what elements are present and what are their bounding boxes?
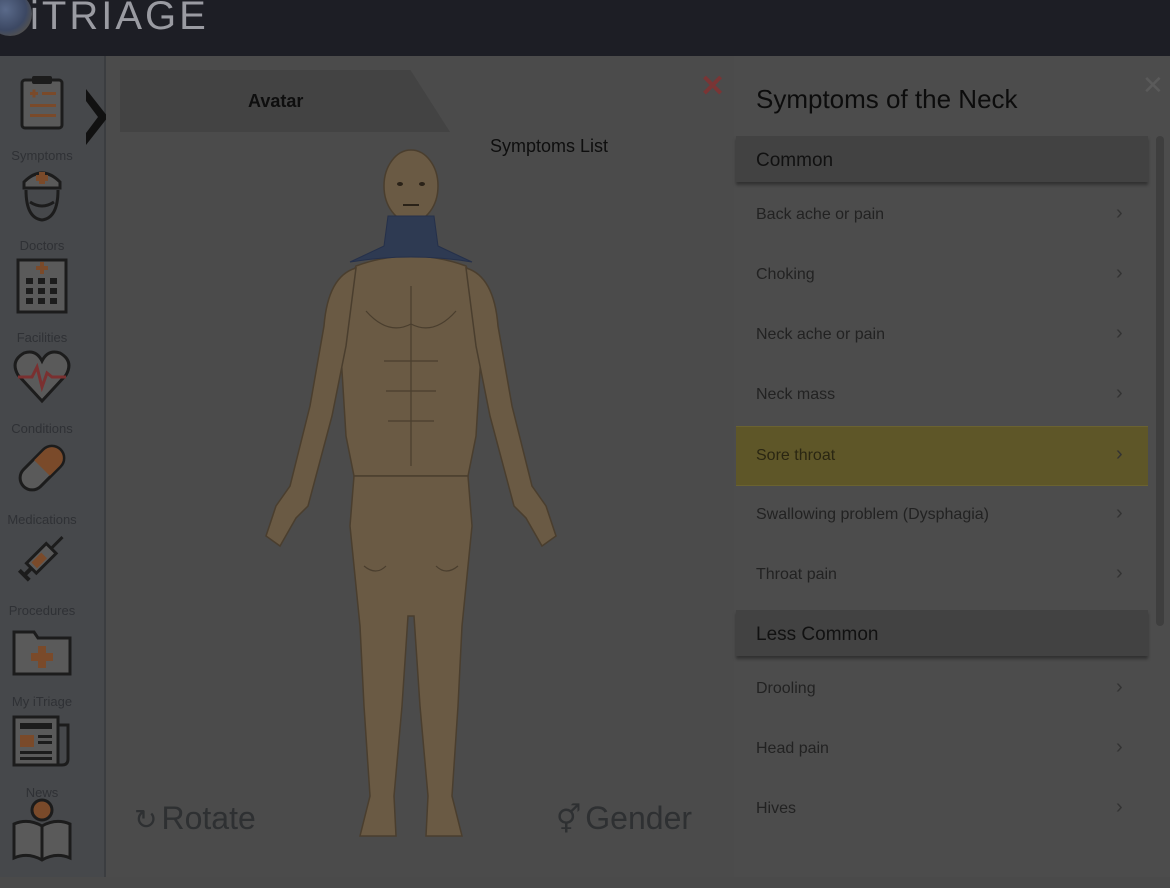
chevron-right-icon: › bbox=[1116, 562, 1123, 584]
list-item[interactable]: Drooling › bbox=[736, 660, 1148, 718]
chevron-right-icon: › bbox=[1116, 676, 1123, 698]
panel-close-icon[interactable]: ✕ bbox=[1142, 70, 1164, 101]
sidebar-item-education[interactable] bbox=[0, 798, 84, 888]
list-item[interactable]: Hives › bbox=[736, 780, 1148, 838]
list-item[interactable]: Throat pain › bbox=[736, 546, 1148, 604]
pill-icon bbox=[18, 444, 66, 492]
doctor-icon bbox=[22, 171, 62, 222]
symptoms-list: Common Back ache or pain › Choking › Nec… bbox=[736, 136, 1148, 861]
sidebar-item-label: Conditions bbox=[11, 421, 73, 436]
top-bar: iTRIAGE bbox=[0, 0, 1170, 56]
symptoms-panel: Symptoms of the Neck ✕ Common Back ache … bbox=[734, 56, 1170, 877]
active-chevron-icon bbox=[86, 89, 108, 145]
rotate-button[interactable]: ↻ Rotate bbox=[134, 800, 256, 837]
list-item-selected[interactable]: Sore throat › bbox=[736, 426, 1148, 486]
syringe-icon bbox=[17, 536, 64, 582]
app-logo-text: iTRIAGE bbox=[30, 0, 209, 38]
avatar-right-arm bbox=[465, 266, 557, 548]
chevron-right-icon: › bbox=[1116, 502, 1123, 524]
book-reader-icon bbox=[12, 798, 72, 862]
rotate-icon: ↻ bbox=[134, 804, 158, 835]
list-item[interactable]: Neck mass › bbox=[736, 366, 1148, 424]
chevron-right-icon: › bbox=[1116, 796, 1123, 818]
list-item[interactable]: Swallowing problem (Dysphagia) › bbox=[736, 486, 1148, 544]
close-icon[interactable]: ✕ bbox=[700, 72, 725, 102]
tab-avatar[interactable]: Avatar bbox=[248, 91, 303, 112]
panel-title: Symptoms of the Neck bbox=[756, 84, 1018, 114]
section-header-less-common: Less Common bbox=[736, 610, 1148, 656]
body-avatar[interactable] bbox=[236, 146, 606, 846]
sidebar-item-label: Doctors bbox=[19, 238, 65, 253]
gender-button[interactable]: ⚥ Gender bbox=[556, 800, 692, 837]
globe-logo-icon bbox=[0, 0, 32, 36]
chevron-right-icon: › bbox=[1116, 262, 1123, 284]
section-header-common: Common bbox=[736, 136, 1148, 182]
sidebar-item-label: My iTriage bbox=[11, 694, 73, 709]
sidebar-item-label: Facilities bbox=[16, 330, 68, 345]
tab-bar: Avatar Symptoms List ✕ bbox=[106, 56, 734, 156]
avatar-neck-highlight bbox=[349, 215, 473, 263]
clipboard-icon bbox=[20, 76, 64, 130]
sidebar-item-news[interactable]: News bbox=[0, 709, 84, 800]
avatar-left-arm bbox=[265, 266, 357, 548]
avatar-legs bbox=[349, 475, 473, 837]
list-item[interactable]: Neck ache or pain › bbox=[736, 306, 1148, 364]
hospital-building-icon bbox=[16, 258, 68, 314]
gender-icon: ⚥ bbox=[556, 804, 582, 835]
list-item[interactable]: Head pain › bbox=[736, 720, 1148, 778]
chevron-right-icon: › bbox=[1116, 322, 1123, 344]
list-item[interactable]: Choking › bbox=[736, 246, 1148, 304]
sidebar-item-facilities[interactable]: Facilities bbox=[0, 254, 84, 345]
sidebar: Symptoms Doctors Facilities Conditions M… bbox=[0, 56, 108, 877]
chevron-right-icon: › bbox=[1116, 443, 1123, 465]
folder-plus-icon bbox=[12, 630, 72, 676]
avatar-panel: Avatar Symptoms List ✕ ↻ Rotate ⚥ Gender bbox=[106, 56, 734, 877]
sidebar-item-label: Symptoms bbox=[11, 148, 73, 163]
list-item[interactable]: Back ache or pain › bbox=[736, 186, 1148, 244]
sidebar-item-medications[interactable]: Medications bbox=[0, 436, 84, 527]
sidebar-item-procedures[interactable]: Procedures bbox=[0, 527, 84, 618]
sidebar-item-label: Procedures bbox=[8, 603, 76, 618]
newspaper-icon bbox=[12, 715, 70, 767]
chevron-right-icon: › bbox=[1116, 736, 1123, 758]
chevron-right-icon: › bbox=[1116, 202, 1123, 224]
avatar-head bbox=[383, 149, 439, 223]
chevron-right-icon: › bbox=[1116, 382, 1123, 404]
sidebar-item-symptoms[interactable]: Symptoms bbox=[0, 72, 84, 163]
sidebar-item-doctors[interactable]: Doctors bbox=[0, 162, 84, 253]
sidebar-item-label: Medications bbox=[7, 512, 77, 527]
sidebar-item-my-itriage[interactable]: My iTriage bbox=[0, 618, 84, 709]
heart-pulse-icon bbox=[13, 350, 71, 404]
list-scrollbar[interactable] bbox=[1156, 136, 1164, 626]
sidebar-item-conditions[interactable]: Conditions bbox=[0, 345, 84, 436]
